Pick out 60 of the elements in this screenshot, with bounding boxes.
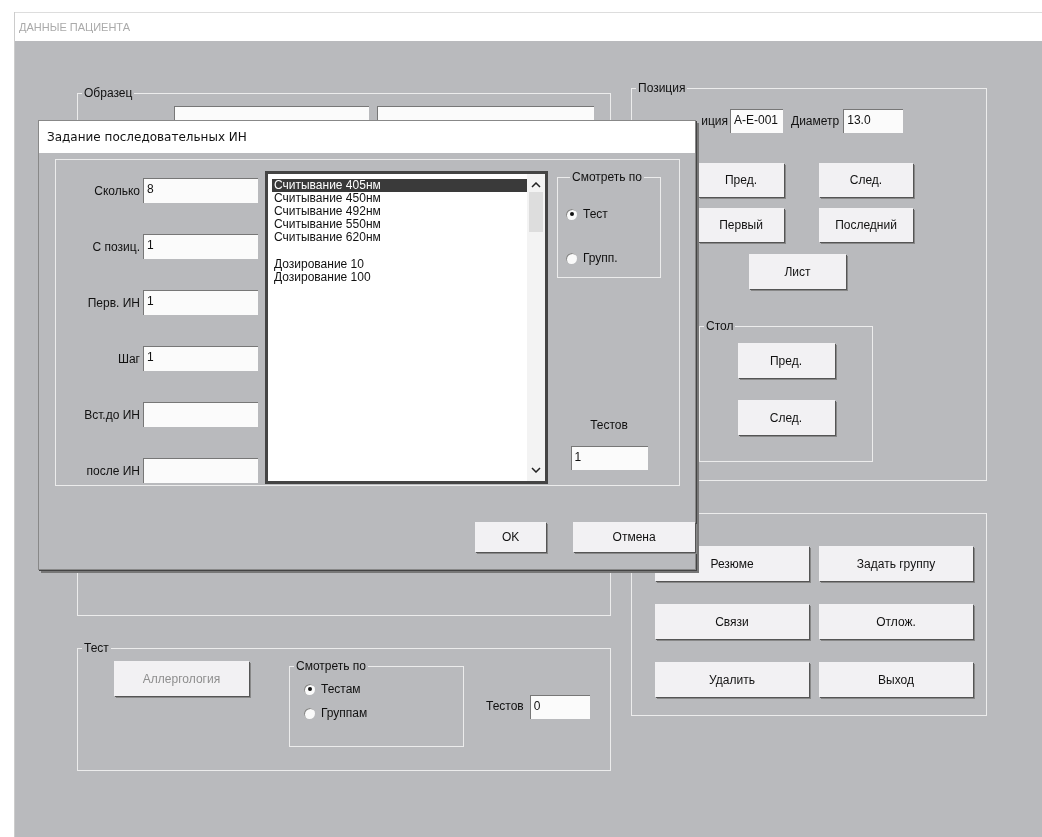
input-field[interactable]: 1 [143,290,258,315]
field-label: иция [700,114,728,128]
nav-button[interactable]: Пред. [737,343,835,378]
list-item[interactable]: Считывание 550нм [272,218,527,231]
field-label: Тестов [590,418,628,432]
action-button[interactable]: Задать группу [819,546,973,581]
nav-button[interactable]: Первый [698,208,784,242]
radio-label: Группам [321,706,368,720]
input-field[interactable] [143,402,258,427]
dialog-button[interactable]: Отмена [573,522,695,552]
group-title: Образец [83,86,134,100]
input-field[interactable]: 1 [143,234,258,259]
input-field[interactable]: 0 [529,695,590,719]
group-title: Стол [705,319,735,333]
action-button[interactable]: Отлож. [819,604,973,639]
input-field[interactable]: 1 [143,346,258,371]
field-label: Сколько [93,183,141,198]
radio-label: Тестам [321,682,361,696]
field-label: Перв. ИН [86,295,141,310]
group-title: Позиция [637,81,687,95]
input-field[interactable] [143,458,258,483]
group-title: Смотреть по [295,659,368,673]
nav-button[interactable]: Последний [819,208,913,242]
input-field[interactable]: 1 [570,446,648,470]
radio-label: Тест [583,207,608,221]
action-button[interactable]: Удалить [655,662,809,697]
field-label: Шаг [116,351,141,366]
field-label: Диаметр [791,114,840,128]
group-title: Смотреть по [571,170,644,184]
nav-button[interactable]: Пред. [698,163,784,197]
dialog-button[interactable]: OK [475,522,547,552]
list-item[interactable]: Считывание 450нм [272,192,527,205]
nav-button[interactable]: След. [819,163,913,197]
field-label: после ИН [85,463,141,478]
list-item[interactable]: Считывание 492нм [272,205,527,218]
sheet-button[interactable]: Лист [749,254,846,289]
list-item[interactable]: Дозирование 100 [272,271,527,284]
scrollbar[interactable] [527,174,545,481]
nav-button[interactable]: След. [737,400,835,435]
radio-button[interactable] [566,252,577,264]
list-item[interactable]: Дозирование 10 [272,258,527,271]
scroll-up-icon[interactable] [531,182,541,188]
scroll-down-icon[interactable] [531,467,541,473]
action-button[interactable]: Связи [655,604,809,639]
radio-label: Групп. [583,251,618,265]
input-field[interactable]: 13.0 [843,109,904,133]
list-item[interactable]: Считывание 405нм [272,179,527,192]
group-title: Тест [83,641,110,655]
dialog-title: Задание последовательных ИН [47,130,247,144]
field-label: С позиц. [91,239,141,254]
input-field[interactable]: A-E-001 [730,109,783,133]
input-field[interactable]: 8 [143,178,258,203]
field-label: Вст.до ИН [83,407,141,422]
radio-button[interactable] [566,208,577,220]
radio-button[interactable] [304,683,315,695]
radio-button[interactable] [304,707,315,719]
field-label: Тестов [486,699,524,713]
action-button[interactable]: Выход [819,662,973,697]
window-title: ДАННЫЕ ПАЦИЕНТА [19,21,131,33]
list-item[interactable]: Считывание 620нм [272,231,527,244]
